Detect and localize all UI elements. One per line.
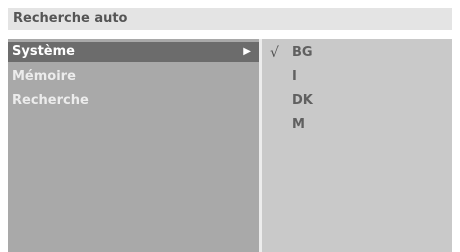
menu-item-systeme[interactable]: Système ▶ — [8, 42, 259, 62]
menu-title: Recherche auto — [8, 8, 452, 30]
menu-item-label: Système — [12, 44, 75, 59]
option-dk[interactable]: DK — [262, 89, 452, 113]
submenu-arrow-icon: ▶ — [243, 46, 251, 57]
menu-item-label: Mémoire — [12, 69, 76, 84]
check-mark-icon: √ — [270, 45, 279, 61]
option-m[interactable]: M — [262, 113, 452, 137]
menu-item-label: Recherche — [12, 93, 89, 108]
option-label: DK — [292, 93, 313, 108]
menu-item-recherche[interactable]: Recherche — [8, 91, 259, 111]
submenu-panel: √ BG I DK M — [262, 39, 452, 252]
osd-menu-window: Recherche auto Système ▶ Mémoire Recherc… — [8, 8, 452, 252]
menu-item-memoire[interactable]: Mémoire — [8, 67, 259, 87]
main-menu-panel: Système ▶ Mémoire Recherche — [8, 39, 259, 252]
option-label: I — [292, 69, 297, 84]
title-gap — [8, 30, 452, 39]
option-label: BG — [292, 45, 313, 60]
option-bg[interactable]: √ BG — [262, 41, 452, 65]
option-label: M — [292, 117, 305, 132]
option-i[interactable]: I — [262, 65, 452, 89]
